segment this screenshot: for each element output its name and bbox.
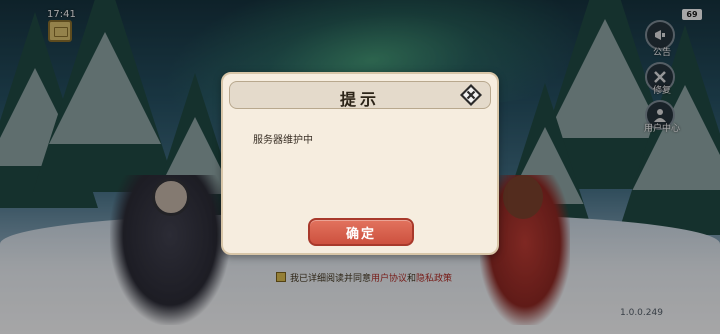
dialog-message: 服务器维护中 xyxy=(253,135,313,146)
dialog-header: 提示 xyxy=(229,81,491,109)
close-icon xyxy=(460,84,482,106)
dialog-title: 提示 xyxy=(339,90,380,109)
notice-dialog: 提示 服务器维护中 确定 xyxy=(221,72,499,255)
confirm-button[interactable]: 确定 xyxy=(308,218,414,246)
close-button[interactable] xyxy=(459,83,483,107)
